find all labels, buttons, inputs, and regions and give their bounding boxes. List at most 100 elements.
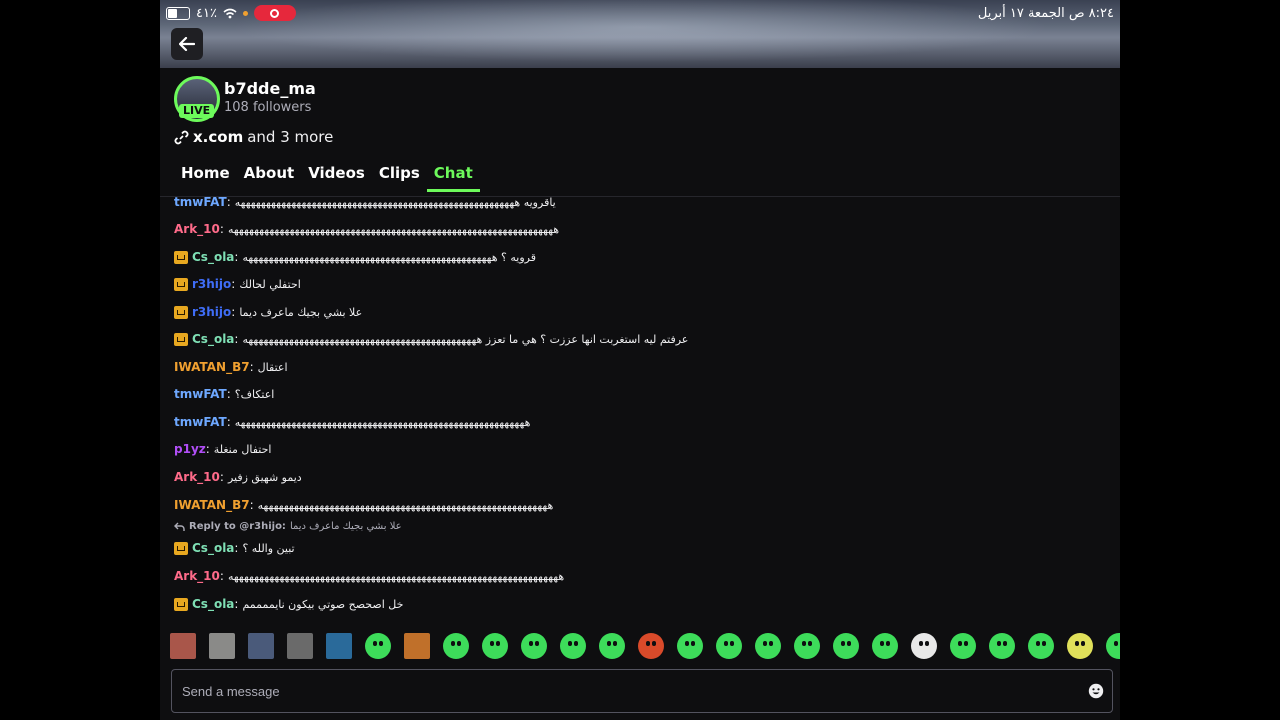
crown-badge-icon (174, 597, 188, 611)
chat-message[interactable]: IWATAN_B7: اعتقال (174, 360, 288, 374)
chat-list[interactable]: tmwFAT: ياقرويه ههههههههههههههههههههههههه… (160, 196, 1120, 617)
chat-text: اعتقال (257, 360, 288, 374)
back-button[interactable] (171, 28, 203, 60)
chat-separator: : (226, 415, 231, 429)
app-window: ٤١٪ ٨:٢٤ ص الجمعة ١٧ أبريل LIVE b7dde_ma… (160, 0, 1120, 720)
chat-message[interactable]: Cs_ola: خل اصحصح صوتي بيكون نايممممم (174, 597, 403, 611)
chat-input[interactable] (180, 682, 1088, 700)
chat-message[interactable]: r3hijo: علا بشي بجيك ماعرف ديما (174, 305, 362, 319)
crown-badge-icon (174, 305, 188, 319)
chat-message[interactable]: tmwFAT: ياقرويه ههههههههههههههههههههههههه… (174, 196, 556, 209)
headphones-emote[interactable] (521, 633, 547, 659)
chat-separator: : (249, 498, 254, 512)
chat-username[interactable]: Ark_10 (174, 470, 220, 484)
chat-username[interactable]: tmwFAT (174, 387, 227, 401)
chat-username[interactable]: IWATAN_B7 (174, 498, 250, 512)
chat-username[interactable]: tmwFAT (174, 197, 227, 209)
chat-separator: : (231, 305, 236, 319)
chat-message[interactable]: Cs_ola: تبين والله ؟ (174, 541, 295, 555)
chat-separator: : (219, 470, 224, 484)
angry-emote[interactable] (755, 633, 781, 659)
chat-message[interactable]: p1yz: احتفال منغلة (174, 442, 271, 456)
crown-badge-icon (174, 541, 188, 555)
status-bar-left: ٤١٪ (166, 5, 296, 21)
chat-message[interactable]: Ark_10: ههههههههههههههههههههههههههههههههه… (174, 569, 564, 583)
cringe-emote[interactable] (833, 633, 859, 659)
chat-username[interactable]: Cs_ola (192, 541, 234, 555)
chat-message[interactable]: tmwFAT: اعتكاف؟ (174, 387, 274, 401)
halo-emote[interactable] (365, 633, 391, 659)
chat-separator: : (234, 597, 239, 611)
record-button[interactable] (253, 5, 296, 21)
chat-separator: : (226, 196, 231, 209)
chat-message[interactable]: IWATAN_B7: هههههههههههههههههههههههههههههه… (174, 498, 553, 512)
devil-emote[interactable] (950, 633, 976, 659)
chat-message[interactable]: r3hijo: احتفلي لحالك (174, 277, 301, 291)
crown-badge-icon (174, 250, 188, 264)
dizzy-emote[interactable] (443, 633, 469, 659)
chat-username[interactable]: p1yz (174, 442, 206, 456)
chat-username[interactable]: Cs_ola (192, 332, 234, 346)
chat-message[interactable]: Ark_10: ديمو شهيق زفير (174, 470, 302, 484)
chat-message[interactable]: Cs_ola: قرويه ؟ ههههههههههههههههههههههههه… (174, 250, 536, 264)
chat-username[interactable]: Cs_ola (192, 597, 234, 611)
link-more[interactable]: and 3 more (247, 128, 333, 146)
channel-tabs: Home About Videos Clips Chat (174, 164, 480, 192)
chat-username[interactable]: r3hijo (192, 277, 231, 291)
channel-banner (160, 0, 1120, 68)
chat-username[interactable]: r3hijo (192, 305, 231, 319)
tab-chat[interactable]: Chat (426, 164, 480, 192)
chat-message[interactable]: tmwFAT: ههههههههههههههههههههههههههههههههه… (174, 415, 530, 429)
chat-separator: : (234, 250, 239, 264)
mushroom-emote[interactable] (638, 633, 664, 659)
chat-message[interactable]: Ark_10: ههههههههههههههههههههههههههههههههه… (174, 222, 559, 236)
reply-text: علا بشي بجيك ماعرف ديما (289, 521, 402, 532)
chat-text: احتفلي لحالك (239, 277, 301, 291)
chat-text: ياقرويه هههههههههههههههههههههههههههههههه… (234, 196, 556, 209)
status-time-date: ٨:٢٤ ص الجمعة ١٧ أبريل (977, 6, 1114, 21)
chat-separator: : (249, 360, 254, 374)
box-emote[interactable] (404, 633, 430, 659)
channel-links[interactable]: x.com and 3 more (174, 128, 333, 146)
wink-emote[interactable] (482, 633, 508, 659)
crown-badge-icon (174, 332, 188, 346)
chat-text: خل اصحصح صوتي بيكون نايممممم (242, 597, 404, 611)
sweat-emote[interactable] (989, 633, 1015, 659)
tab-home[interactable]: Home (174, 164, 237, 192)
emoji-picker-icon[interactable] (1088, 683, 1104, 699)
chat-username[interactable]: Ark_10 (174, 222, 220, 236)
tab-videos[interactable]: Videos (301, 164, 372, 192)
gamer-emote[interactable] (1028, 633, 1054, 659)
chat-text: علا بشي بجيك ماعرف ديما (239, 305, 363, 319)
grin-emote[interactable] (677, 633, 703, 659)
link-main[interactable]: x.com (193, 128, 243, 146)
chat-separator: : (231, 277, 236, 291)
avatar-emote-1[interactable] (170, 633, 196, 659)
avatar-emote-3[interactable] (248, 633, 274, 659)
smile-emote[interactable] (560, 633, 586, 659)
avatar-emote-2[interactable] (209, 633, 235, 659)
tab-about[interactable]: About (237, 164, 302, 192)
love-emote[interactable] (716, 633, 742, 659)
blob-emote[interactable] (599, 633, 625, 659)
crown-badge-icon (174, 277, 188, 291)
chat-username[interactable]: IWATAN_B7 (174, 360, 250, 374)
chat-separator: : (226, 387, 231, 401)
link-icon (174, 130, 189, 144)
smirk-emote[interactable] (872, 633, 898, 659)
chat-username[interactable]: Ark_10 (174, 569, 220, 583)
tab-clips[interactable]: Clips (372, 164, 427, 192)
chat-input-box[interactable] (171, 669, 1113, 713)
sick-emote[interactable] (794, 633, 820, 659)
chat-message[interactable]: Cs_ola: عرفتم ليه استغربت انها عززت ؟ هي … (174, 332, 688, 346)
reply-context[interactable]: Reply to @r3hijo: علا بشي بجيك ماعرف ديما (174, 521, 402, 532)
chat-username[interactable]: tmwFAT (174, 415, 227, 429)
avatar-emote-5[interactable] (326, 633, 352, 659)
partial-emote[interactable] (1106, 633, 1120, 659)
chat-username[interactable]: Cs_ola (192, 250, 234, 264)
laptop-emote[interactable] (1067, 633, 1093, 659)
channel-username: b7dde_ma (224, 79, 316, 98)
reply-prefix: Reply to @r3hijo: (189, 521, 286, 532)
avatar-emote-4[interactable] (287, 633, 313, 659)
skull-emote[interactable] (911, 633, 937, 659)
